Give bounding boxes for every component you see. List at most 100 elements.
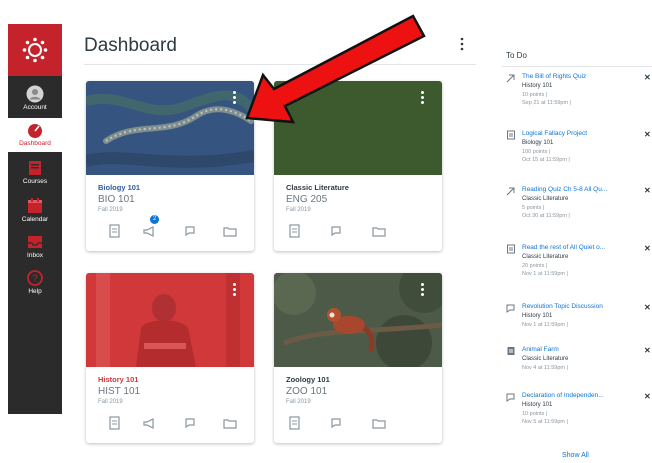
calendar-icon <box>28 198 42 213</box>
dismiss-icon[interactable]: ✕ <box>644 186 651 195</box>
page-title: Dashboard <box>84 35 177 56</box>
todo-item-meta: 5 points | Oct 30 at 11:59pm | <box>522 205 570 219</box>
todo-item-due: Nov 5 at 11:59pm <box>522 419 566 425</box>
course-card-classic-literature[interactable]: Classic Literature ENG 205 Fall 2019 <box>274 81 442 251</box>
nav-courses[interactable]: Courses <box>8 156 62 190</box>
files-icon[interactable] <box>223 416 237 430</box>
quiz-icon <box>506 187 515 196</box>
svg-text:?: ? <box>32 274 38 285</box>
nav-dashboard-label: Dashboard <box>19 140 51 147</box>
canvas-logo-icon <box>22 37 48 63</box>
course-code: ZOO 101 <box>286 386 328 397</box>
lincoln-memorial-image <box>86 273 254 367</box>
dismiss-icon[interactable]: ✕ <box>644 346 651 355</box>
assignment-icon <box>507 244 515 254</box>
nav-dashboard[interactable]: Dashboard <box>8 118 62 152</box>
files-icon[interactable] <box>223 224 237 238</box>
show-all-link[interactable]: Show All <box>562 452 589 459</box>
todo-heading: To Do <box>506 51 527 60</box>
todo-item-title[interactable]: Logical Fallacy Project <box>522 130 632 137</box>
canvas-logo[interactable] <box>8 24 62 76</box>
course-card-hero[interactable] <box>274 81 442 175</box>
todo-item-course: Classic Literature <box>522 356 569 362</box>
header-divider <box>84 64 476 65</box>
todo-item-title[interactable]: Reading Quiz Ch 5-8 All Qu... <box>522 186 632 193</box>
todo-item-due: Oct 15 at 11:59pm <box>522 157 567 163</box>
nav-inbox[interactable]: Inbox <box>8 230 62 264</box>
course-card-hero[interactable] <box>86 81 254 175</box>
todo-item-title[interactable]: The Bill of Rights Quiz <box>522 73 632 80</box>
course-card-zoology[interactable]: Zoology 101 ZOO 101 Fall 2019 <box>274 273 442 443</box>
files-icon[interactable] <box>372 416 386 430</box>
discussions-icon[interactable] <box>330 416 344 430</box>
todo-item-title[interactable]: Animal Farm <box>522 346 632 353</box>
nav-account-label: Account <box>23 104 47 111</box>
todo-item-meta: Nov 1 at 11:59pm | <box>522 322 568 328</box>
todo-item-points: 10 points <box>522 411 545 417</box>
dismiss-icon[interactable]: ✕ <box>644 392 651 401</box>
nav-help[interactable]: ? Help <box>8 266 62 300</box>
discussions-icon[interactable] <box>184 224 198 238</box>
courses-icon <box>29 161 41 175</box>
nav-calendar-label: Calendar <box>21 216 49 223</box>
course-term: Fall 2019 <box>286 399 311 405</box>
dismiss-icon[interactable]: ✕ <box>644 130 651 139</box>
assignment-icon <box>507 130 515 140</box>
course-code: HIST 101 <box>98 386 141 397</box>
dismiss-icon[interactable]: ✕ <box>644 244 651 253</box>
todo-item-due: Nov 4 at 11:59pm <box>522 365 566 371</box>
dashboard-options-icon[interactable] <box>458 36 466 52</box>
course-card-hero[interactable] <box>86 273 254 367</box>
dashboard-icon <box>28 124 42 138</box>
todo-item-points: 20 points <box>522 263 545 269</box>
course-name[interactable]: Biology 101 <box>98 183 140 192</box>
nav-inbox-label: Inbox <box>27 252 43 259</box>
todo-item-meta: Nov 4 at 11:59pm | <box>522 365 568 371</box>
nav-account[interactable]: Account <box>8 82 62 116</box>
todo-item-meta: 10 points | Nov 5 at 11:59pm | <box>522 411 568 425</box>
todo-item-title[interactable]: Read the rest of All Quiet o... <box>522 244 632 251</box>
todo-item-course: Biology 101 <box>522 140 554 146</box>
course-name[interactable]: Zoology 101 <box>286 375 330 384</box>
card-options-icon[interactable] <box>232 91 238 107</box>
todo-item-meta: 10 points | Sep 21 at 11:59pm | <box>522 92 572 106</box>
course-term: Fall 2019 <box>98 399 123 405</box>
page-icon <box>507 347 515 355</box>
nav-courses-label: Courses <box>22 178 48 185</box>
inbox-icon <box>28 236 42 248</box>
course-name[interactable]: Classic Literature <box>286 183 349 192</box>
course-code: BIO 101 <box>98 194 135 205</box>
course-card-hero[interactable] <box>274 273 442 367</box>
dismiss-icon[interactable]: ✕ <box>644 303 651 312</box>
global-nav: Account Dashboard Courses Calendar Inbox… <box>8 24 62 414</box>
assignments-icon[interactable] <box>108 224 122 238</box>
help-icon: ? <box>27 270 43 286</box>
todo-item-due: Oct 30 at 11:59pm <box>522 213 567 219</box>
todo-item-course: Classic Literature <box>522 196 569 202</box>
discussion-icon <box>506 304 515 313</box>
discussions-icon[interactable] <box>330 224 344 238</box>
todo-item-due: Nov 1 at 11:59pm <box>522 271 566 277</box>
todo-item-title[interactable]: Declaration of Independen... <box>522 392 632 399</box>
quiz-icon <box>506 74 515 83</box>
course-card-biology[interactable]: Biology 101 BIO 101 Fall 2019 2 <box>86 81 254 251</box>
assignments-icon[interactable] <box>108 416 122 430</box>
card-options-icon[interactable] <box>420 91 426 107</box>
todo-item-points: 100 points <box>522 149 548 155</box>
course-name[interactable]: History 101 <box>98 375 138 384</box>
discussion-icon <box>506 393 515 402</box>
account-icon <box>26 85 44 103</box>
nav-calendar[interactable]: Calendar <box>8 194 62 228</box>
todo-item-meta: 100 points | Oct 15 at 11:59pm | <box>522 149 570 163</box>
dismiss-icon[interactable]: ✕ <box>644 73 651 82</box>
assignments-icon[interactable] <box>288 416 302 430</box>
course-card-history[interactable]: History 101 HIST 101 Fall 2019 <box>86 273 254 443</box>
announcements-icon[interactable] <box>142 416 156 430</box>
card-options-icon[interactable] <box>420 283 426 299</box>
files-icon[interactable] <box>372 224 386 238</box>
announcements-icon-wrap[interactable]: 2 <box>142 215 159 238</box>
card-options-icon[interactable] <box>232 283 238 299</box>
discussions-icon[interactable] <box>184 416 198 430</box>
assignments-icon[interactable] <box>288 224 302 238</box>
todo-item-title[interactable]: Revolution Topic Discussion <box>522 303 632 310</box>
